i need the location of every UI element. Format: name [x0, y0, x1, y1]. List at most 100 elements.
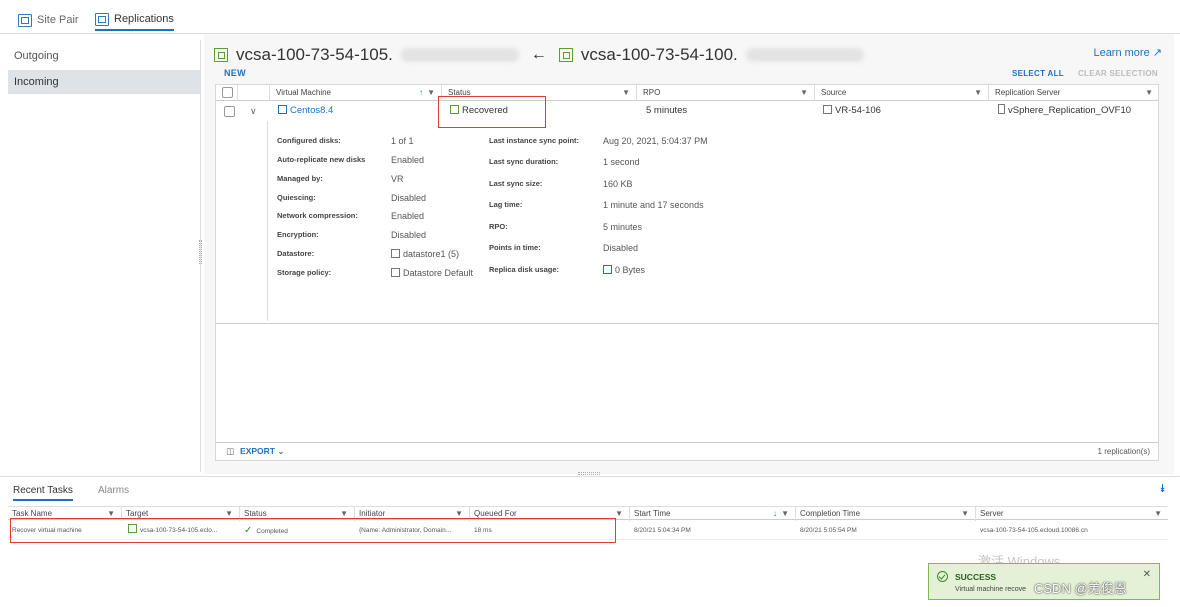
detail-divider [267, 121, 268, 321]
disk-icon [603, 265, 612, 274]
filter-icon[interactable]: ▼ [961, 507, 969, 521]
header-start-time[interactable]: Start Time ↓ ▼ [630, 507, 796, 521]
tab-site-pair[interactable]: Site Pair [18, 9, 79, 31]
row-checkbox[interactable] [224, 106, 235, 117]
detail-key: RPO: [489, 222, 508, 231]
close-icon[interactable]: ✕ [1143, 569, 1151, 580]
status-highlight-box [438, 96, 546, 128]
filter-icon[interactable]: ▼ [427, 85, 435, 101]
detail-value: Aug 20, 2021, 5:04:37 PM [603, 136, 708, 146]
header-replication-server[interactable]: Replication Server ▼ [989, 85, 1159, 101]
table-row[interactable]: ∨ Centos8.4 Recovered 5 minutes VR-54-10… [216, 96, 1158, 128]
task-completion-time: 8/20/21 5:05:54 PM [800, 527, 857, 534]
export-label: EXPORT [240, 446, 275, 456]
header-server[interactable]: Server ▼ [976, 507, 1168, 521]
filter-icon[interactable]: ▼ [622, 85, 630, 101]
server-text: vSphere_Replication_OVF10 [1008, 105, 1132, 116]
detail-key: Quiescing: [277, 193, 316, 202]
grid-footer: ◫ EXPORT ⌄ 1 replication(s) [216, 442, 1158, 460]
header-label: Virtual Machine [276, 88, 331, 97]
redacted-hostname [400, 48, 519, 62]
select-all-button[interactable]: SELECT ALL [1012, 69, 1064, 78]
chevron-down-icon: ⌄ [277, 446, 285, 456]
detail-value: Disabled [603, 243, 639, 253]
select-all-checkbox[interactable] [222, 87, 233, 98]
header-label: Status [244, 509, 267, 518]
vcenter-icon [558, 48, 573, 62]
header-virtual-machine[interactable]: Virtual Machine ↑ ▼ [270, 85, 442, 101]
filter-icon[interactable]: ▼ [615, 507, 623, 521]
filter-icon[interactable]: ▼ [1145, 85, 1153, 101]
detail-value: 160 KB [603, 179, 633, 189]
detail-value: Disabled [391, 230, 427, 240]
filter-icon[interactable]: ▼ [1154, 507, 1162, 521]
new-button[interactable]: NEW [224, 68, 246, 78]
header-label: Server [980, 509, 1004, 518]
top-tab-bar: Site Pair Replications [0, 0, 1180, 34]
header-rpo[interactable]: RPO ▼ [637, 85, 815, 101]
header-label: Task Name [12, 509, 53, 518]
external-link-icon: ↗ [1152, 47, 1162, 59]
detail-key: Lag time: [489, 200, 523, 209]
detail-key: Network compression: [277, 211, 358, 220]
header-source[interactable]: Source ▼ [815, 85, 989, 101]
detail-value: Enabled [391, 155, 425, 165]
vertical-splitter[interactable] [199, 240, 202, 264]
filter-icon[interactable]: ▼ [974, 85, 982, 101]
filter-icon[interactable]: ▼ [781, 507, 789, 521]
detail-value: 1 minute and 17 seconds [603, 200, 704, 210]
detail-value: VR [391, 174, 404, 184]
detail-key: Replica disk usage: [489, 265, 560, 274]
clear-selection-button[interactable]: CLEAR SELECTION [1078, 69, 1158, 78]
header-label: Start Time [634, 509, 671, 518]
title-left-site: vcsa-100-73-54-105. [236, 45, 393, 64]
datastore-value: datastore1 (5) [391, 248, 459, 260]
detail-key: Last instance sync point: [489, 136, 580, 145]
sidebar-item-outgoing[interactable]: Outgoing [8, 44, 200, 68]
sidebar: Outgoing Incoming [8, 40, 201, 472]
detail-key: Storage policy: [277, 268, 332, 277]
appliance-icon [998, 104, 1005, 114]
horizontal-splitter[interactable] [578, 472, 600, 475]
title-right-site: vcsa-100-73-54-100. [580, 45, 738, 64]
task-server: vcsa-100-73-54-105.ecloud.10086.cn [980, 527, 1088, 534]
detail-key: Last sync size: [489, 179, 543, 188]
main-panel: vcsa-100-73-54-105. ← vcsa-100-73-54-100… [204, 34, 1174, 474]
tab-alarms[interactable]: Alarms [98, 485, 129, 501]
header-label: Source [821, 88, 847, 97]
sort-asc-icon[interactable]: ↑ [419, 85, 423, 101]
header-label: Initiator [359, 509, 386, 518]
site-pair-icon [18, 13, 32, 27]
header-label: Completion Time [800, 509, 861, 518]
detail-value: Disabled [391, 193, 427, 203]
detail-value: 1 second [603, 157, 640, 167]
redacted-hostname [745, 48, 864, 62]
source-text: VR-54-106 [835, 105, 881, 116]
learn-more-link[interactable]: Learn more ↗ [1093, 46, 1162, 59]
datastore-icon [391, 249, 400, 258]
header-label: Queued For [474, 509, 517, 518]
toast-title: SUCCESS [955, 572, 997, 582]
sort-desc-icon[interactable]: ↓ [773, 507, 777, 521]
grid-header: Virtual Machine ↑ ▼ Status ▼ RPO ▼ Sourc… [216, 85, 1158, 101]
export-button[interactable]: ◫ EXPORT ⌄ [226, 446, 284, 457]
detail-key: Datastore: [277, 249, 315, 258]
header-expand [238, 85, 270, 101]
detail-key: Last sync duration: [489, 157, 559, 166]
storage-policy-value: Datastore Default [391, 267, 473, 279]
csdn-credit-watermark: CSDN @羌俊恩 [1034, 581, 1127, 596]
replica-disk-usage-link[interactable]: 0 Bytes [603, 264, 645, 276]
header-label: RPO [643, 88, 661, 97]
sidebar-item-incoming[interactable]: Incoming [8, 70, 200, 94]
tab-replications-label: Replications [114, 13, 174, 25]
detail-value-text: datastore1 (5) [403, 249, 460, 259]
column-toggle-icon[interactable]: ◫ [226, 446, 234, 456]
expand-chevron-icon[interactable]: ∨ [250, 102, 257, 120]
collapse-panel-icon[interactable]: ⯯ [1159, 483, 1166, 496]
tab-replications[interactable]: Replications [95, 9, 174, 31]
success-check-icon [937, 571, 948, 582]
tab-recent-tasks[interactable]: Recent Tasks [13, 485, 73, 501]
filter-icon[interactable]: ▼ [800, 85, 808, 101]
header-completion-time[interactable]: Completion Time ▼ [796, 507, 976, 521]
vm-link[interactable]: Centos8.4 [278, 102, 333, 120]
